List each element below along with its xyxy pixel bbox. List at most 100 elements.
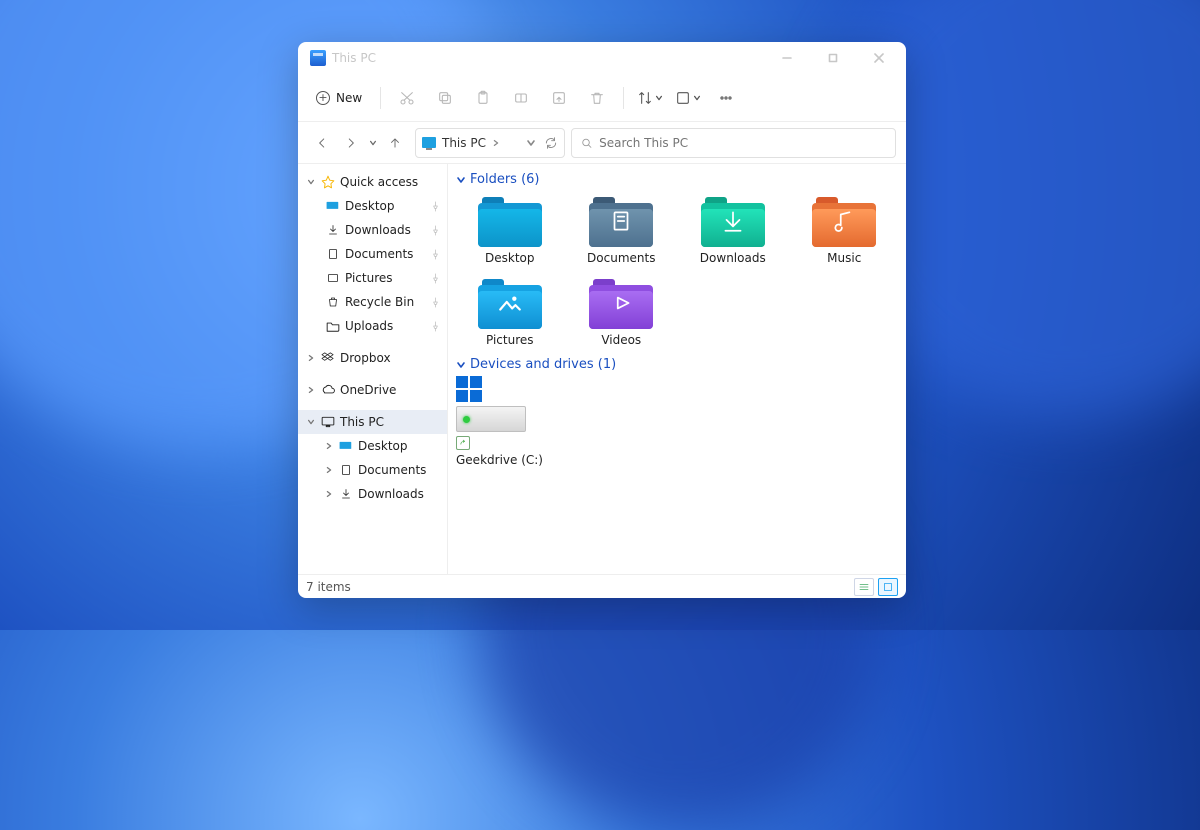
videos-folder-icon: [589, 277, 653, 329]
search-box[interactable]: [571, 128, 896, 158]
downloads-folder-icon: [701, 195, 765, 247]
sidebar-item-label: Recycle Bin: [345, 295, 414, 309]
pin-icon: [430, 321, 441, 332]
breadcrumb[interactable]: This PC: [442, 136, 500, 150]
shortcut-overlay-icon: [456, 436, 470, 450]
chevron-right-icon: [492, 139, 500, 147]
command-bar: + New: [298, 74, 906, 122]
recent-locations-button[interactable]: [366, 129, 380, 157]
document-icon: [326, 248, 340, 260]
folder-tile-pictures[interactable]: Pictures: [456, 273, 564, 351]
title-bar: This PC: [298, 42, 906, 74]
sidebar-item-this-pc[interactable]: This PC: [298, 410, 447, 434]
recycle-bin-icon: [326, 296, 340, 308]
sort-button[interactable]: [634, 82, 666, 114]
sidebar-item-dropbox[interactable]: Dropbox: [298, 346, 447, 370]
plus-icon: +: [316, 91, 330, 105]
minimize-button[interactable]: [764, 42, 810, 74]
sidebar-item-label: Downloads: [358, 487, 424, 501]
folder-icon: [326, 320, 340, 332]
this-pc-icon: [422, 137, 436, 148]
pictures-folder-icon: [478, 277, 542, 329]
breadcrumb-segment[interactable]: This PC: [442, 136, 486, 150]
details-view-button[interactable]: [854, 578, 874, 596]
maximize-button[interactable]: [810, 42, 856, 74]
separator: [380, 87, 381, 109]
this-pc-icon: [310, 50, 326, 66]
forward-button[interactable]: [337, 129, 365, 157]
large-icons-view-button[interactable]: [878, 578, 898, 596]
desktop-folder-icon: [478, 195, 542, 247]
star-icon: [321, 175, 335, 189]
onedrive-icon: [321, 383, 335, 397]
this-pc-icon: [321, 415, 335, 429]
chevron-right-icon: [325, 466, 333, 474]
sidebar-item-recycle-bin[interactable]: Recycle Bin: [298, 290, 447, 314]
sidebar-item-uploads[interactable]: Uploads: [298, 314, 447, 338]
sidebar-item-label: OneDrive: [340, 383, 396, 397]
folder-tile-documents[interactable]: Documents: [568, 191, 676, 269]
chevron-down-icon: [307, 178, 315, 186]
file-explorer-window: This PC + New: [298, 42, 906, 598]
search-input[interactable]: [599, 136, 887, 150]
dropbox-icon: [321, 351, 335, 365]
sidebar-item-quick-access[interactable]: Quick access: [298, 170, 447, 194]
more-button[interactable]: [710, 82, 742, 114]
sidebar-item-label: Desktop: [345, 199, 395, 213]
sidebar-item-label: Downloads: [345, 223, 411, 237]
sidebar-item-label: Uploads: [345, 319, 393, 333]
status-bar: 7 items: [298, 574, 906, 598]
back-button[interactable]: [308, 129, 336, 157]
address-bar[interactable]: This PC: [415, 128, 565, 158]
delete-button[interactable]: [581, 82, 613, 114]
download-icon: [339, 488, 353, 500]
new-button[interactable]: + New: [308, 87, 370, 109]
search-icon: [580, 136, 593, 150]
navigation-bar: This PC: [298, 122, 906, 164]
separator: [623, 87, 624, 109]
paste-button[interactable]: [467, 82, 499, 114]
pictures-icon: [326, 272, 340, 284]
up-button[interactable]: [381, 129, 409, 157]
item-count: 7 items: [306, 580, 351, 594]
hard-drive-icon: [456, 406, 526, 432]
sidebar-item-pc-documents[interactable]: Documents: [298, 458, 447, 482]
folders-group-header[interactable]: Folders (6): [456, 172, 898, 187]
share-button[interactable]: [543, 82, 575, 114]
group-header-label: Devices and drives (1): [470, 357, 616, 372]
pin-icon: [430, 297, 441, 308]
chevron-down-icon[interactable]: [526, 138, 536, 148]
folder-tile-music[interactable]: Music: [791, 191, 899, 269]
sidebar-item-pc-downloads[interactable]: Downloads: [298, 482, 447, 506]
copy-button[interactable]: [429, 82, 461, 114]
folder-tile-videos[interactable]: Videos: [568, 273, 676, 351]
tile-label: Desktop: [485, 251, 535, 265]
folder-tile-downloads[interactable]: Downloads: [679, 191, 787, 269]
drives-group-header[interactable]: Devices and drives (1): [456, 357, 898, 372]
pin-icon: [430, 225, 441, 236]
refresh-button[interactable]: [544, 136, 558, 150]
tile-label: Documents: [587, 251, 655, 265]
sidebar-item-downloads[interactable]: Downloads: [298, 218, 447, 242]
sidebar-item-pc-desktop[interactable]: Desktop: [298, 434, 447, 458]
sidebar-item-onedrive[interactable]: OneDrive: [298, 378, 447, 402]
desktop-icon: [326, 200, 340, 212]
sidebar-item-documents[interactable]: Documents: [298, 242, 447, 266]
cut-button[interactable]: [391, 82, 423, 114]
sidebar-item-label: Pictures: [345, 271, 393, 285]
sidebar-item-desktop[interactable]: Desktop: [298, 194, 447, 218]
sidebar-item-pictures[interactable]: Pictures: [298, 266, 447, 290]
navigation-pane: Quick access Desktop Downloads Documents…: [298, 164, 448, 574]
close-button[interactable]: [856, 42, 902, 74]
content-pane: Folders (6) Desktop Documents: [448, 164, 906, 574]
folder-tile-desktop[interactable]: Desktop: [456, 191, 564, 269]
chevron-down-icon: [307, 418, 315, 426]
chevron-right-icon: [307, 386, 315, 394]
chevron-right-icon: [325, 490, 333, 498]
windows-logo-icon: [456, 376, 482, 402]
drive-tile-c[interactable]: Geekdrive (C:): [456, 376, 546, 467]
sidebar-item-label: Documents: [345, 247, 413, 261]
view-button[interactable]: [672, 82, 704, 114]
drive-label: Geekdrive (C:): [456, 453, 543, 467]
rename-button[interactable]: [505, 82, 537, 114]
